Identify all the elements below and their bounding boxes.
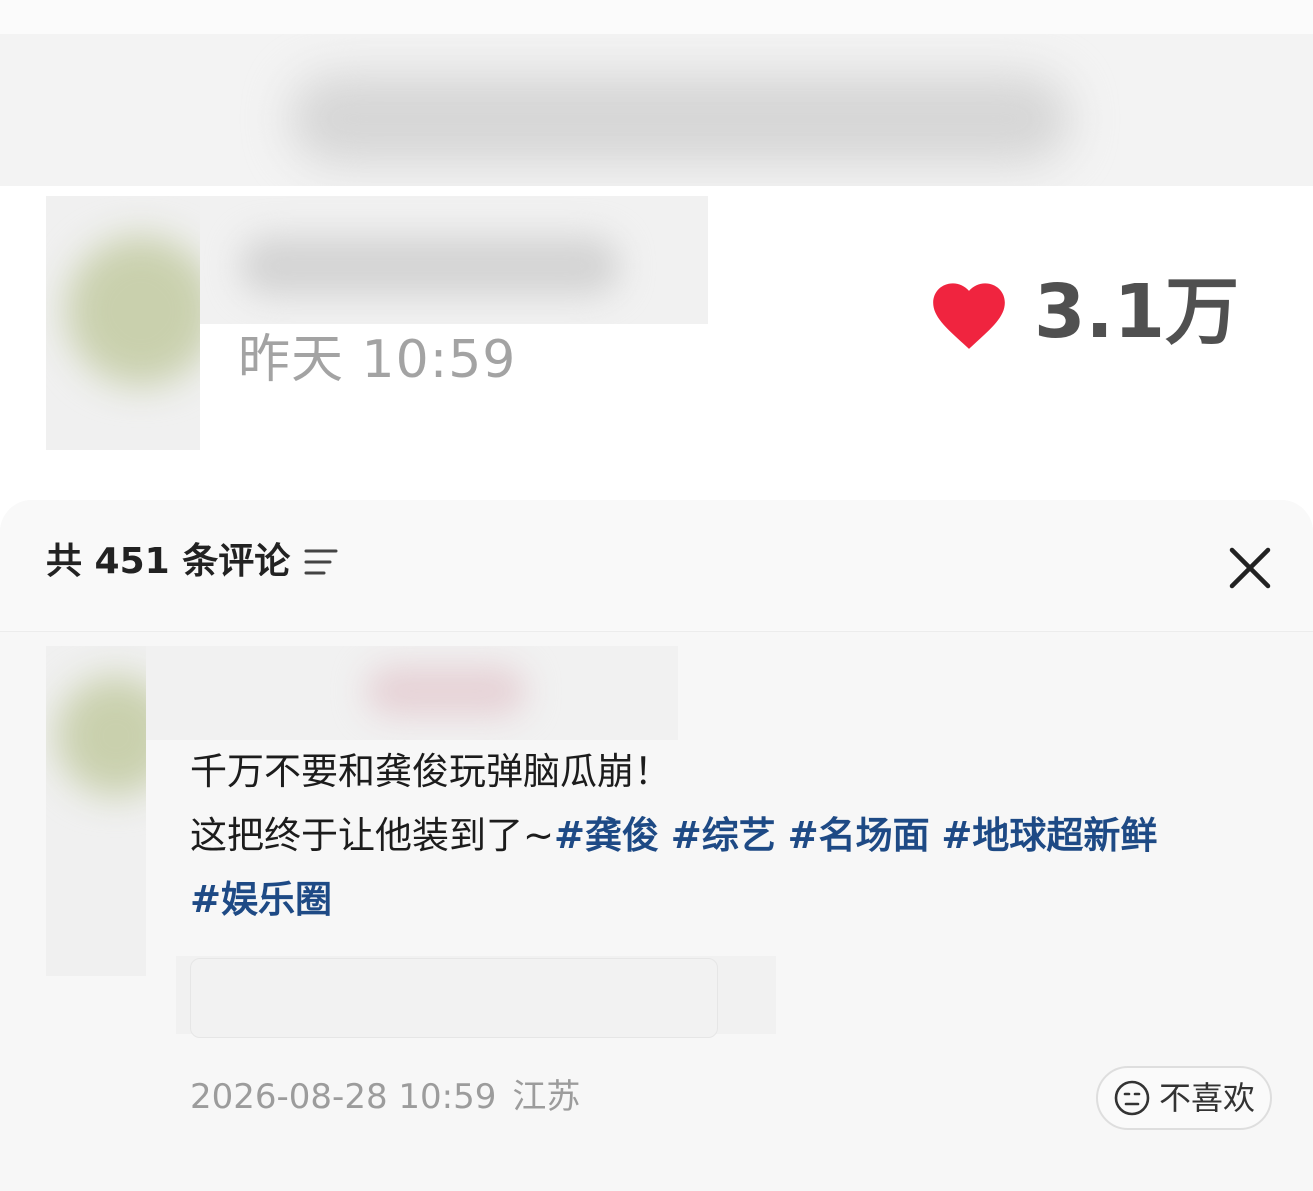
blurred-header [0, 34, 1313, 186]
author-name[interactable] [200, 196, 708, 324]
comment-line-2: 这把终于让他装到了~#龚俊 #综艺 #名场面 #地球超新鲜 [190, 804, 1270, 868]
comment-line-1: 千万不要和龚俊玩弹脑瓜崩！ [190, 750, 671, 793]
hashtag-link[interactable]: #龚俊 [554, 814, 659, 857]
comment-meta: 2026-08-28 10:59 江苏 [190, 1080, 580, 1114]
comments-sheet: 共 451 条评论 千万不要和龚俊玩弹脑瓜崩！ 这把终于让他装到了~#龚俊 #综… [0, 500, 1313, 1191]
meh-face-icon [1114, 1080, 1150, 1116]
dislike-button[interactable]: 不喜欢 [1096, 1066, 1272, 1130]
avatar-blur-shape [66, 236, 200, 386]
name-blur-shape [240, 236, 620, 296]
comment-line-3: #娱乐圈 [190, 868, 1270, 932]
hashtag-link[interactable]: #娱乐圈 [190, 878, 332, 921]
hashtag-link[interactable]: #地球超新鲜 [941, 814, 1157, 857]
like-count: 3.1万 [1034, 269, 1240, 355]
post-time: 昨天 10:59 [238, 330, 517, 390]
commenter-avatar[interactable] [46, 646, 146, 976]
filter-lines-icon[interactable] [304, 547, 338, 577]
commenter-name[interactable] [146, 646, 678, 740]
comment-count-title[interactable]: 共 451 条评论 [46, 544, 338, 580]
hashtag-link[interactable]: #名场面 [788, 814, 930, 857]
top-strip [0, 0, 1313, 34]
close-icon[interactable] [1228, 546, 1272, 590]
blurred-content [290, 74, 1070, 164]
avatar-blur-shape [56, 676, 146, 796]
like-button[interactable]: 3.1万 [926, 272, 1239, 352]
comment-location: 江苏 [512, 1077, 581, 1117]
name-blur-shape [366, 666, 526, 716]
comment-count-label: 共 451 条评论 [46, 541, 291, 582]
dislike-label: 不喜欢 [1158, 1079, 1255, 1117]
divider-band [0, 482, 1313, 502]
hashtag-link[interactable]: #综艺 [671, 814, 776, 857]
heart-icon [933, 283, 1005, 349]
author-avatar[interactable] [46, 196, 200, 450]
blurred-reply-card[interactable] [190, 958, 718, 1038]
comments-header: 共 451 条评论 [0, 500, 1313, 632]
comment-timestamp: 2026-08-28 10:59 [190, 1077, 497, 1117]
comment-text: 千万不要和龚俊玩弹脑瓜崩！ 这把终于让他装到了~#龚俊 #综艺 #名场面 #地球… [190, 740, 1270, 932]
comment-line-2-text: 这把终于让他装到了~ [190, 814, 555, 857]
